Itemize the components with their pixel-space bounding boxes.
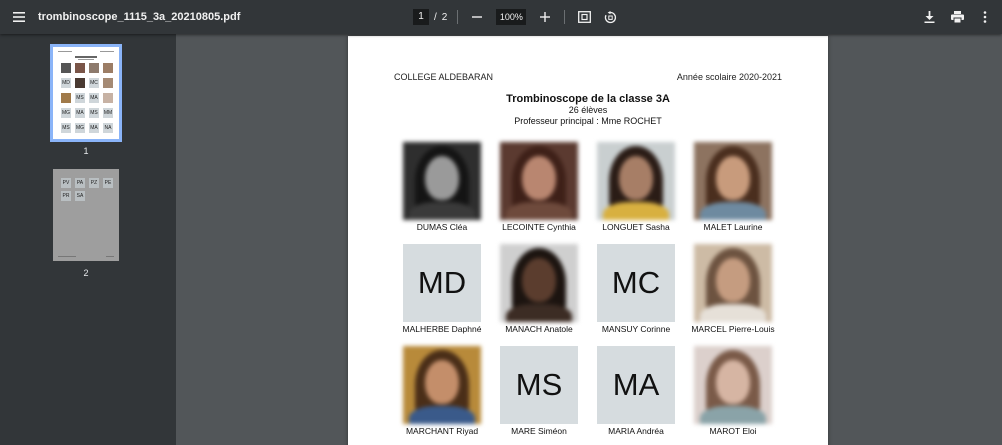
pdf-page: COLLEGE ALDEBARAN Année scolaire 2020-20…: [348, 36, 828, 445]
student-photo: [500, 244, 578, 322]
mini-photo: [103, 93, 113, 103]
document-heading: Trombinoscope de la classe 3A: [506, 93, 670, 105]
initials-placeholder: MD: [403, 244, 481, 322]
student-photo: [500, 142, 578, 220]
document-title: trombinoscope_1115_3a_20210805.pdf: [38, 11, 241, 23]
right-controls: [920, 0, 994, 34]
zoom-out-icon[interactable]: [468, 8, 486, 26]
student-name: MALET Laurine: [703, 222, 763, 232]
thumbnail-label: 2: [83, 268, 89, 278]
student-photo: [403, 346, 481, 424]
mini-initials: MM: [103, 108, 113, 118]
mini-initials: MS: [75, 93, 85, 103]
mini-initials: MS: [89, 108, 99, 118]
page-number-input[interactable]: 1: [413, 9, 429, 25]
student-card: MANACH Anatole: [491, 244, 587, 334]
student-count: 26 élèves: [568, 105, 608, 115]
student-name: MARE Siméon: [511, 426, 567, 436]
toolbar-divider: [457, 10, 459, 24]
title-block: Trombinoscope de la classe 3A 26 élèves …: [348, 93, 828, 127]
student-card: MS MARE Siméon: [491, 346, 587, 436]
rotate-icon[interactable]: [601, 8, 619, 26]
mini-initials: NA: [103, 123, 113, 133]
total-pages: 2: [441, 11, 448, 23]
student-name: MANACH Anatole: [505, 324, 573, 334]
student-card: MALET Laurine: [685, 142, 781, 232]
student-photo: [597, 142, 675, 220]
pdf-toolbar: trombinoscope_1115_3a_20210805.pdf 1 / 2…: [0, 0, 1002, 34]
menu-icon[interactable]: [3, 0, 35, 34]
mini-initials: PZ: [89, 178, 99, 188]
mini-initials: MG: [75, 123, 85, 133]
initials-placeholder: MS: [500, 346, 578, 424]
student-name: MARIA Andréa: [608, 426, 664, 436]
toolbar-divider: [564, 10, 566, 24]
mini-initials: MA: [89, 123, 99, 133]
mini-photo: [103, 63, 113, 73]
page-separator: /: [434, 11, 437, 23]
initials-placeholder: MC: [597, 244, 675, 322]
print-icon[interactable]: [948, 8, 966, 26]
mini-photo: [103, 78, 113, 88]
mini-initials: MG: [61, 108, 71, 118]
student-card: MA MARIA Andréa: [588, 346, 684, 436]
student-card: MAROT Eloi: [685, 346, 781, 436]
student-name: MALHERBE Daphné: [402, 324, 482, 334]
mini-photo: [89, 63, 99, 73]
mini-initials: MS: [61, 123, 71, 133]
student-name: LONGUET Sasha: [602, 222, 670, 232]
school-year: Année scolaire 2020-2021: [676, 72, 782, 82]
mini-photo: [61, 63, 71, 73]
student-card: DUMAS Cléa: [394, 142, 490, 232]
student-photo: [403, 142, 481, 220]
download-icon[interactable]: [920, 8, 938, 26]
mini-initials: MD: [61, 78, 71, 88]
school-name: COLLEGE ALDEBARAN: [394, 72, 494, 82]
mini-initials: MA: [75, 108, 85, 118]
student-photo: [694, 346, 772, 424]
document-viewer[interactable]: COLLEGE ALDEBARAN Année scolaire 2020-20…: [176, 34, 1002, 445]
mini-initials: PR: [61, 191, 71, 201]
mini-initials: SA: [75, 191, 85, 201]
student-photo: [694, 244, 772, 322]
student-card: MD MALHERBE Daphné: [394, 244, 490, 334]
page-thumbnail-2[interactable]: PV PA PZ PE PR SA: [53, 169, 119, 261]
mini-initials: MC: [89, 78, 99, 88]
student-card: MARCHANT Riyad: [394, 346, 490, 436]
student-card: MARCEL Pierre-Louis: [685, 244, 781, 334]
student-card: LECOINTE Cynthia: [491, 142, 587, 232]
thumbnail-label: 1: [83, 146, 89, 156]
student-card: LONGUET Sasha: [588, 142, 684, 232]
mini-initials: PE: [103, 178, 113, 188]
student-name: MANSUY Corinne: [601, 324, 671, 334]
page-thumbnail-1[interactable]: MD MC MS MA MG MA MS MM MS MG MA NA: [50, 44, 122, 142]
page-zoom-controls: 1 / 2 100%: [413, 0, 619, 34]
student-name: MARCEL Pierre-Louis: [691, 324, 775, 334]
fit-page-icon[interactable]: [575, 8, 593, 26]
student-name: MARCHANT Riyad: [405, 426, 479, 436]
thumbnail-sidebar: MD MC MS MA MG MA MS MM MS MG MA NA 1 PV…: [0, 34, 176, 445]
student-name: LECOINTE Cynthia: [502, 222, 576, 232]
student-name: DUMAS Cléa: [416, 222, 468, 232]
mini-photo: [75, 78, 85, 88]
mini-initials: MA: [89, 93, 99, 103]
mini-initials: PV: [61, 178, 71, 188]
zoom-input[interactable]: 100%: [496, 9, 527, 25]
main-teacher: Professeur principal : Mme ROCHET: [514, 116, 662, 126]
mini-photo: [75, 63, 85, 73]
student-name: MAROT Eloi: [709, 426, 757, 436]
mini-initials: PA: [75, 178, 85, 188]
student-photo: [694, 142, 772, 220]
student-card: MC MANSUY Corinne: [588, 244, 684, 334]
zoom-in-icon[interactable]: [536, 8, 554, 26]
mini-photo: [61, 93, 71, 103]
more-options-icon[interactable]: [976, 8, 994, 26]
initials-placeholder: MA: [597, 346, 675, 424]
